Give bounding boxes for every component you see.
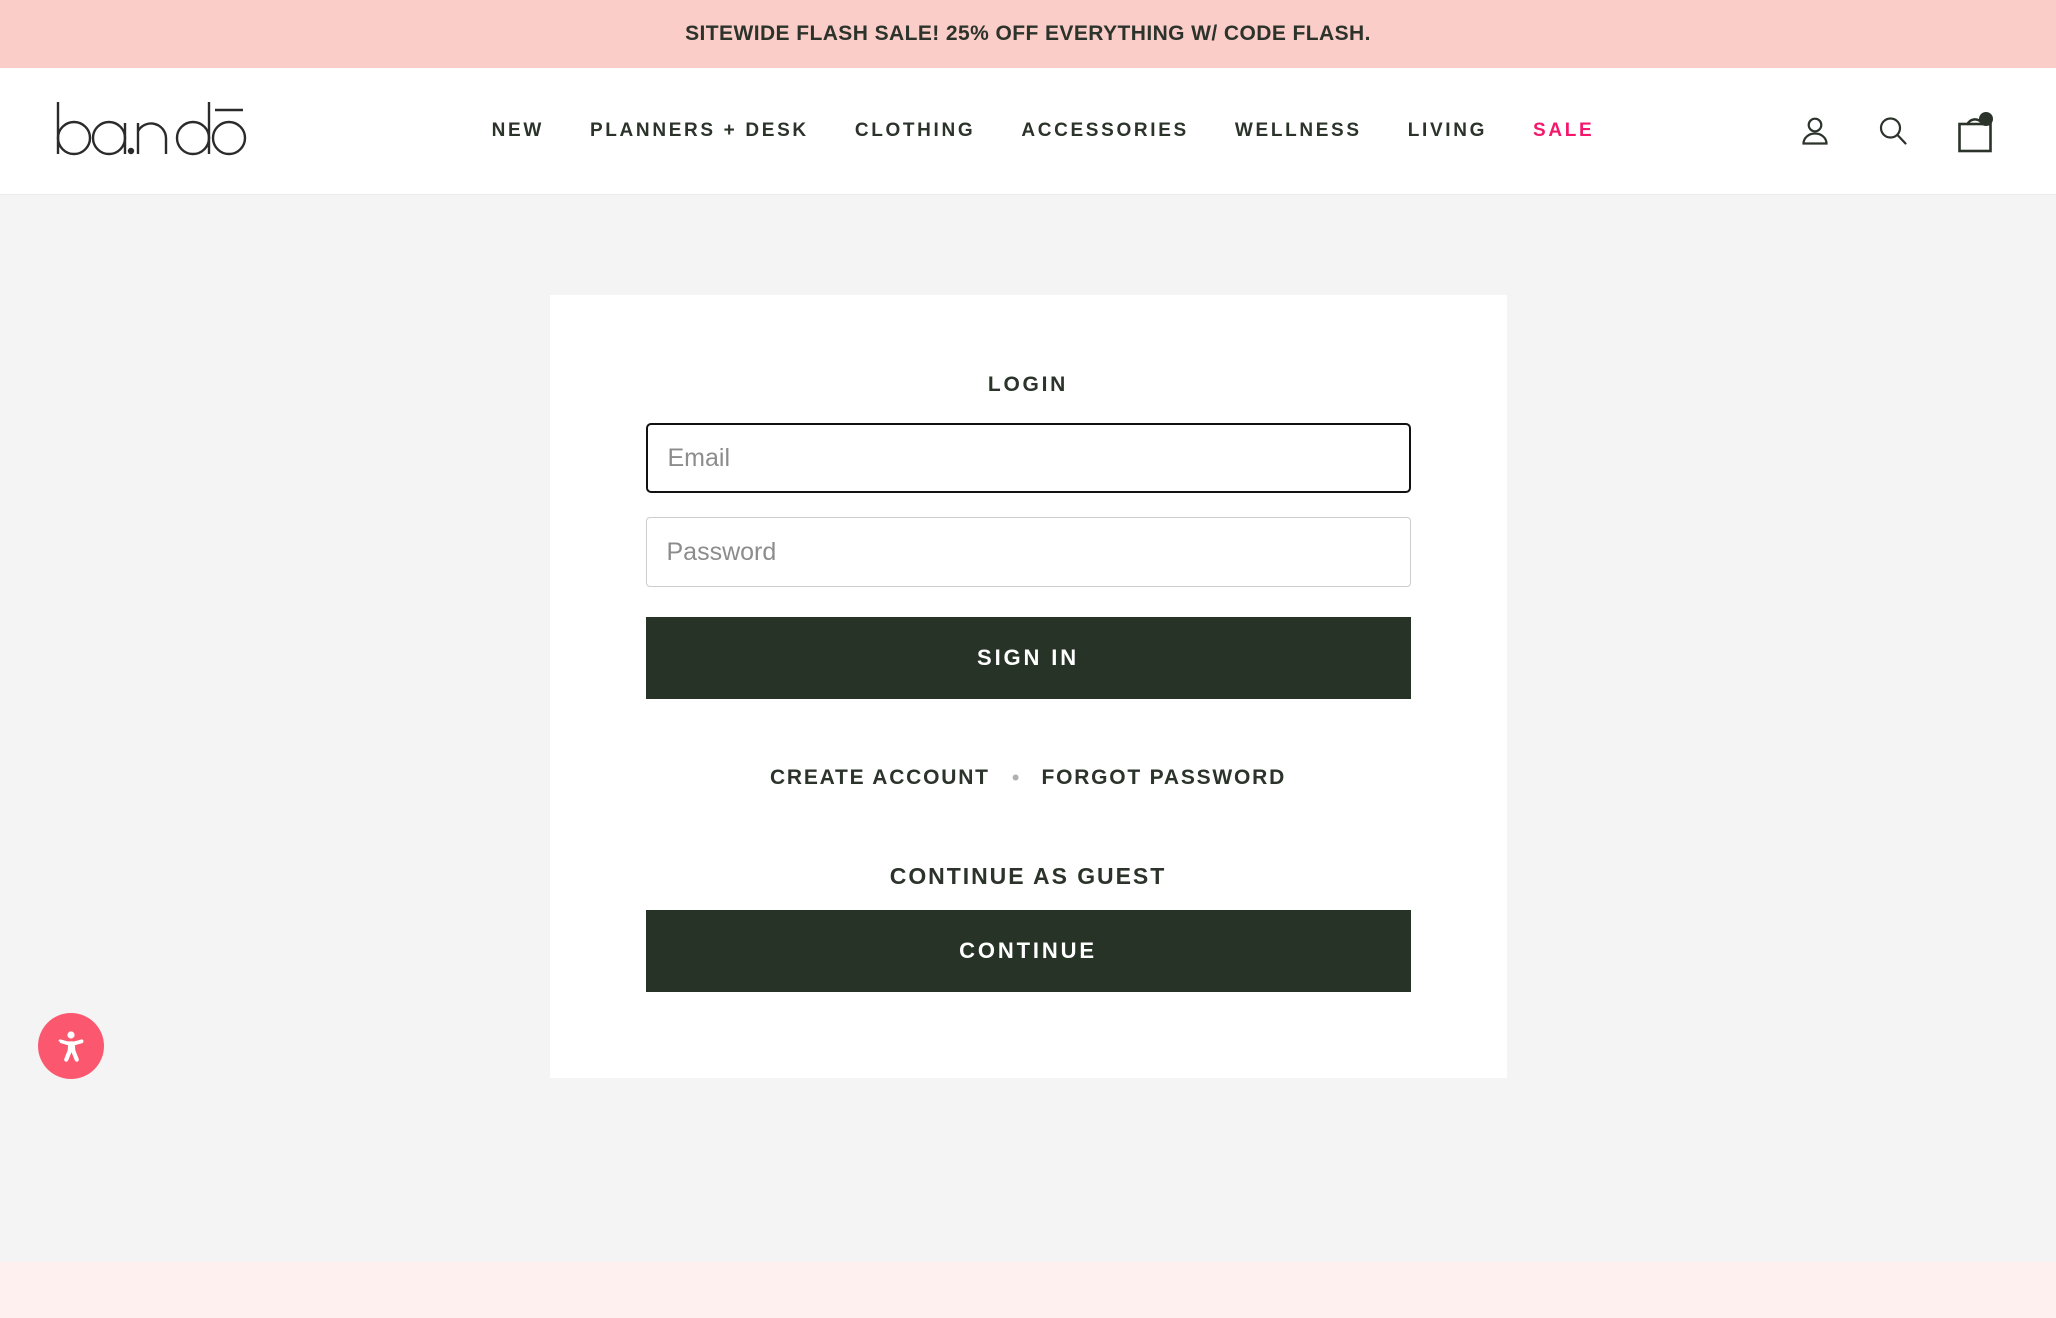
nav-item-accessories[interactable]: ACCESSORIES [998, 120, 1212, 142]
page-root: SITEWIDE FLASH SALE! 25% OFF EVERYTHING … [0, 0, 2056, 1318]
password-field[interactable] [645, 517, 1411, 587]
forgot-password-link[interactable]: FORGOT PASSWORD [1041, 766, 1286, 790]
nav-item-planners-desk[interactable]: PLANNERS + DESK [567, 120, 832, 142]
search-icon[interactable] [1876, 114, 1910, 148]
sign-in-button[interactable]: SIGN IN [645, 617, 1411, 699]
accessibility-widget-button[interactable] [38, 1013, 104, 1079]
account-icon-glyph [1802, 117, 1828, 145]
site-header: NEW PLANNERS + DESK CLOTHING ACCESSORIES… [0, 68, 2056, 195]
cart-badge-dot [1979, 112, 1993, 126]
promo-banner-text: SITEWIDE FLASH SALE! 25% OFF EVERYTHING … [685, 22, 1371, 45]
site-logo[interactable] [52, 98, 248, 164]
accessibility-icon [58, 1031, 84, 1062]
cart-icon-glyph [1958, 112, 1993, 153]
footer-strip [0, 1262, 2056, 1318]
nav-item-new[interactable]: NEW [469, 120, 567, 142]
create-account-link[interactable]: CREATE ACCOUNT [770, 766, 990, 790]
logo-dot [127, 147, 135, 155]
promo-banner[interactable]: SITEWIDE FLASH SALE! 25% OFF EVERYTHING … [0, 0, 2056, 68]
guest-section-title: CONTINUE AS GUEST [889, 863, 1167, 889]
email-field[interactable] [645, 423, 1411, 493]
nav-item-clothing[interactable]: CLOTHING [832, 120, 999, 142]
search-icon-glyph [1879, 117, 1907, 145]
nav-item-living[interactable]: LIVING [1385, 120, 1510, 142]
header-icon-group [1798, 109, 2010, 153]
alternate-links: CREATE ACCOUNT • FORGOT PASSWORD [646, 766, 1411, 790]
logo-wordmark [56, 102, 247, 156]
main-navigation: NEW PLANNERS + DESK CLOTHING ACCESSORIES… [248, 120, 1798, 142]
account-icon[interactable] [1798, 114, 1832, 148]
login-card: LOGIN SIGN IN CREATE ACCOUNT • FORGOT PA… [549, 295, 1507, 1078]
nav-item-wellness[interactable]: WELLNESS [1212, 120, 1385, 142]
continue-as-guest-button[interactable]: CONTINUE [645, 910, 1411, 992]
nav-item-sale[interactable]: SALE [1510, 120, 1617, 142]
cart-icon[interactable] [1954, 109, 1996, 153]
link-separator-dot: • [1011, 765, 1020, 790]
main-content: LOGIN SIGN IN CREATE ACCOUNT • FORGOT PA… [0, 195, 2056, 1262]
page-title: LOGIN [987, 373, 1069, 396]
